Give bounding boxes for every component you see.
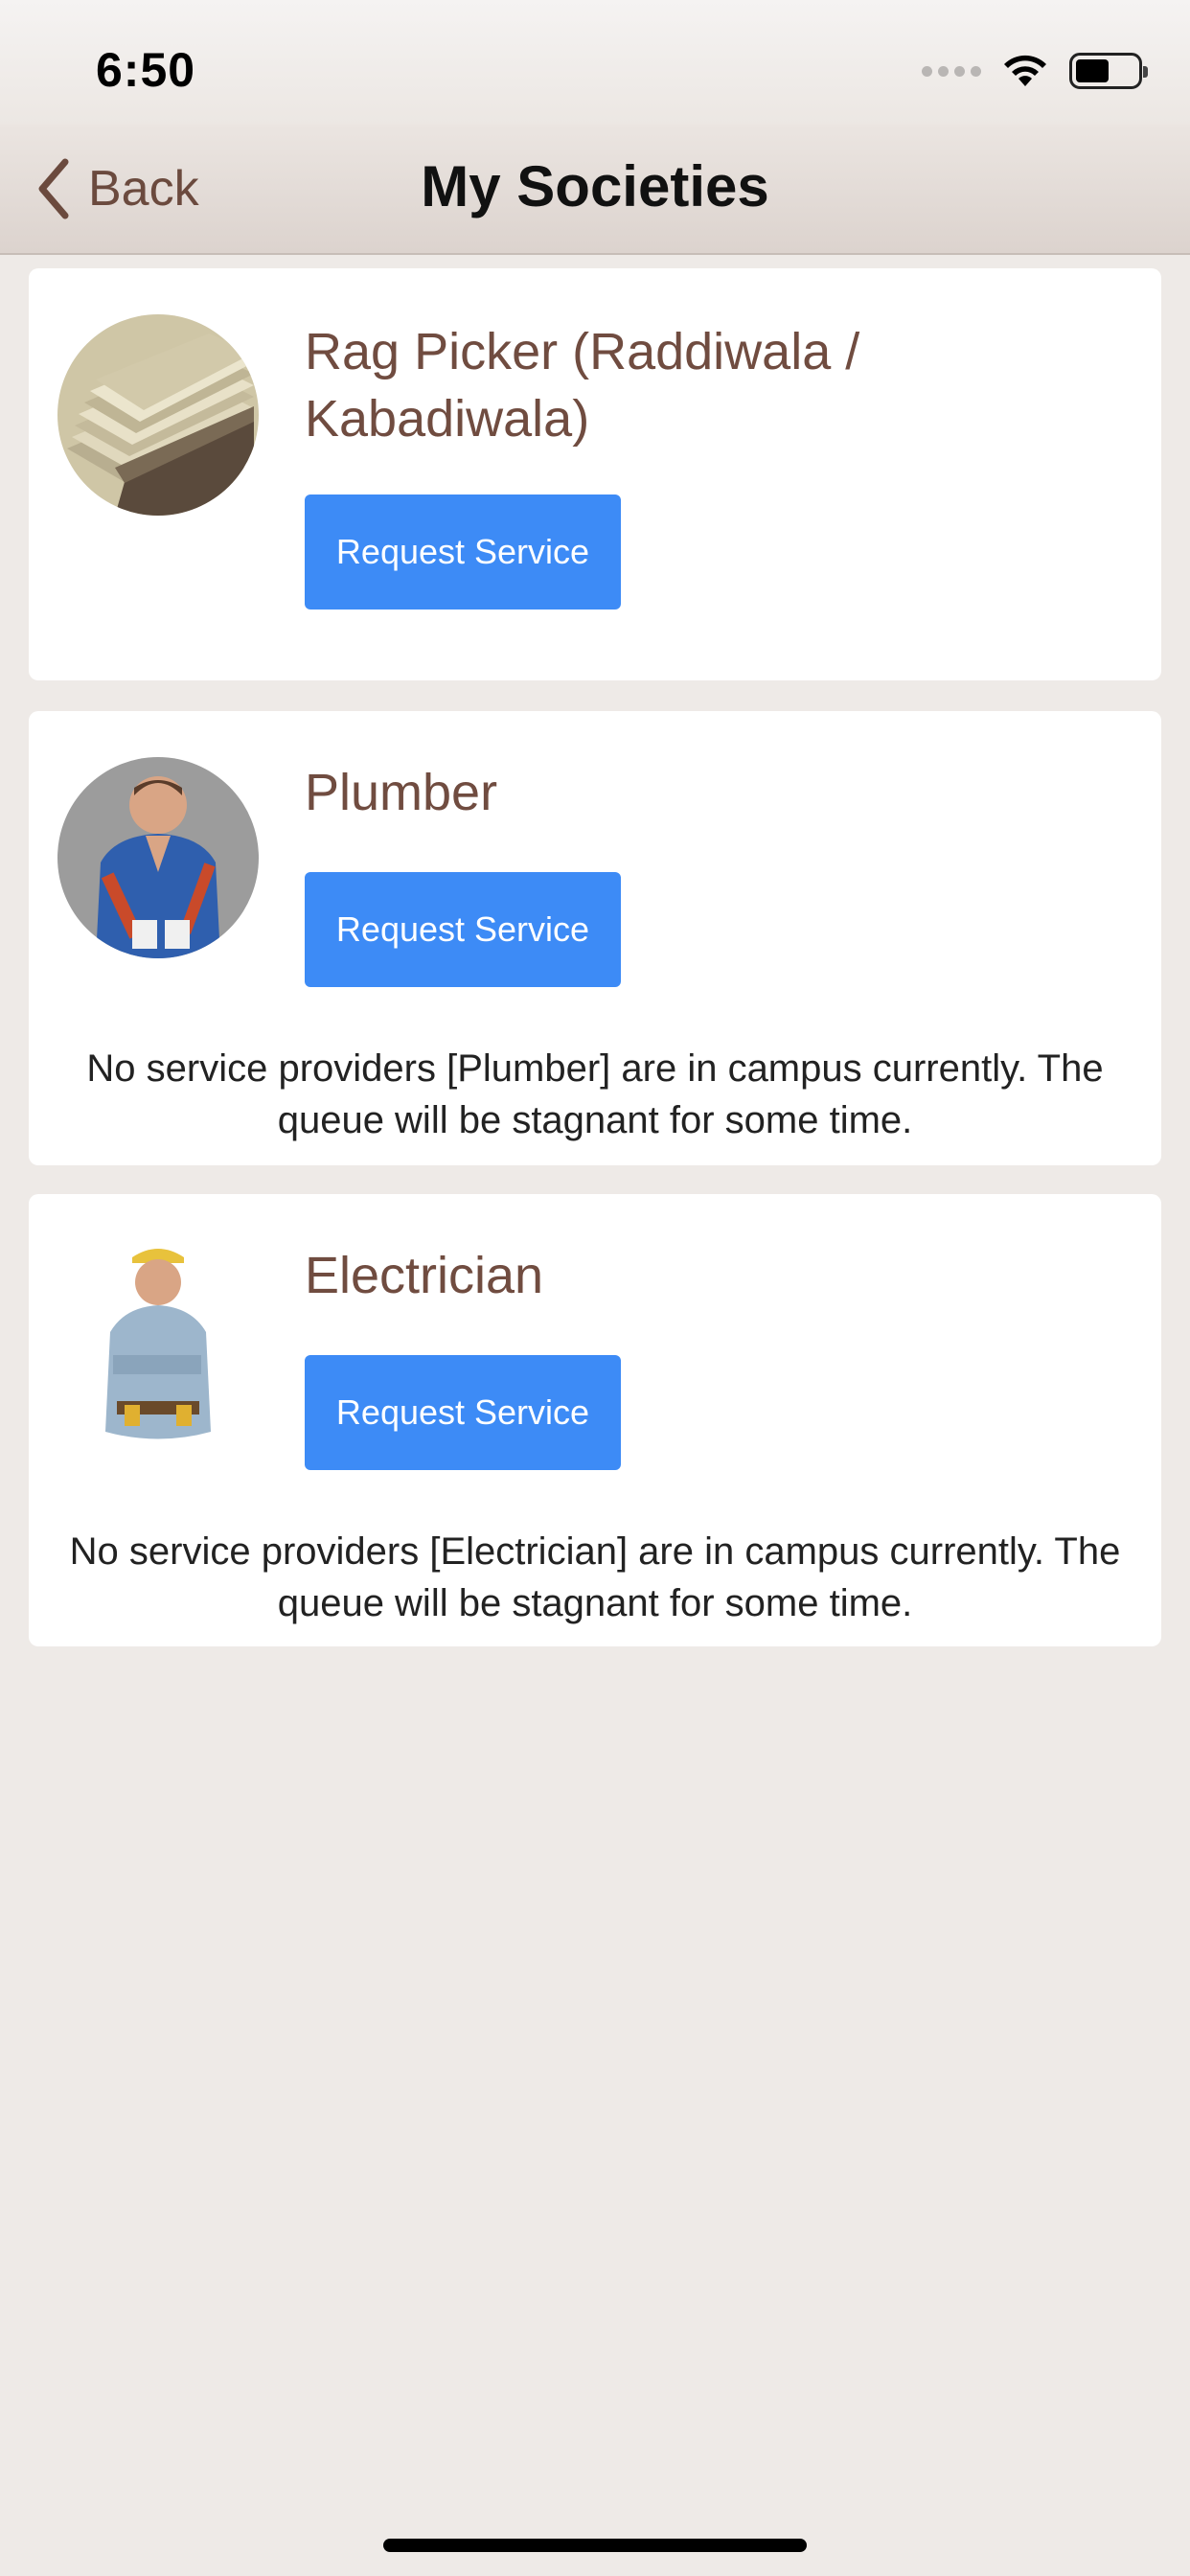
rag-picker-photo [57,314,259,516]
service-card-plumber: Plumber Request Service No service provi… [29,711,1161,1165]
service-card-electrician: Electrician Request Service No service p… [29,1194,1161,1646]
navigation-bar: Back My Societies [0,125,1190,255]
service-title: Rag Picker (Raddiwala / Kabadiwala) [305,323,860,448]
service-card-rag-picker: Rag Picker (Raddiwala / Kabadiwala) Requ… [29,268,1161,680]
service-title: Electrician [305,1247,544,1304]
service-notice: No service providers [Plumber] are in ca… [86,1047,1104,1141]
status-bar: 6:50 [0,0,1190,125]
page-title: My Societies [421,154,769,218]
plumber-photo [57,757,259,958]
wifi-icon [1004,55,1046,86]
request-service-button[interactable]: Request Service [305,872,621,987]
request-service-button[interactable]: Request Service [305,494,621,610]
status-icons [922,50,1148,92]
electrician-photo [57,1240,259,1441]
service-notice: No service providers [Electrician] are i… [69,1530,1121,1624]
home-indicator[interactable] [383,2539,807,2552]
request-service-button[interactable]: Request Service [305,1355,621,1470]
status-time: 6:50 [96,43,196,97]
battery-icon [1069,53,1148,89]
cellular-signal-icon [922,65,981,77]
service-title: Plumber [305,764,498,821]
